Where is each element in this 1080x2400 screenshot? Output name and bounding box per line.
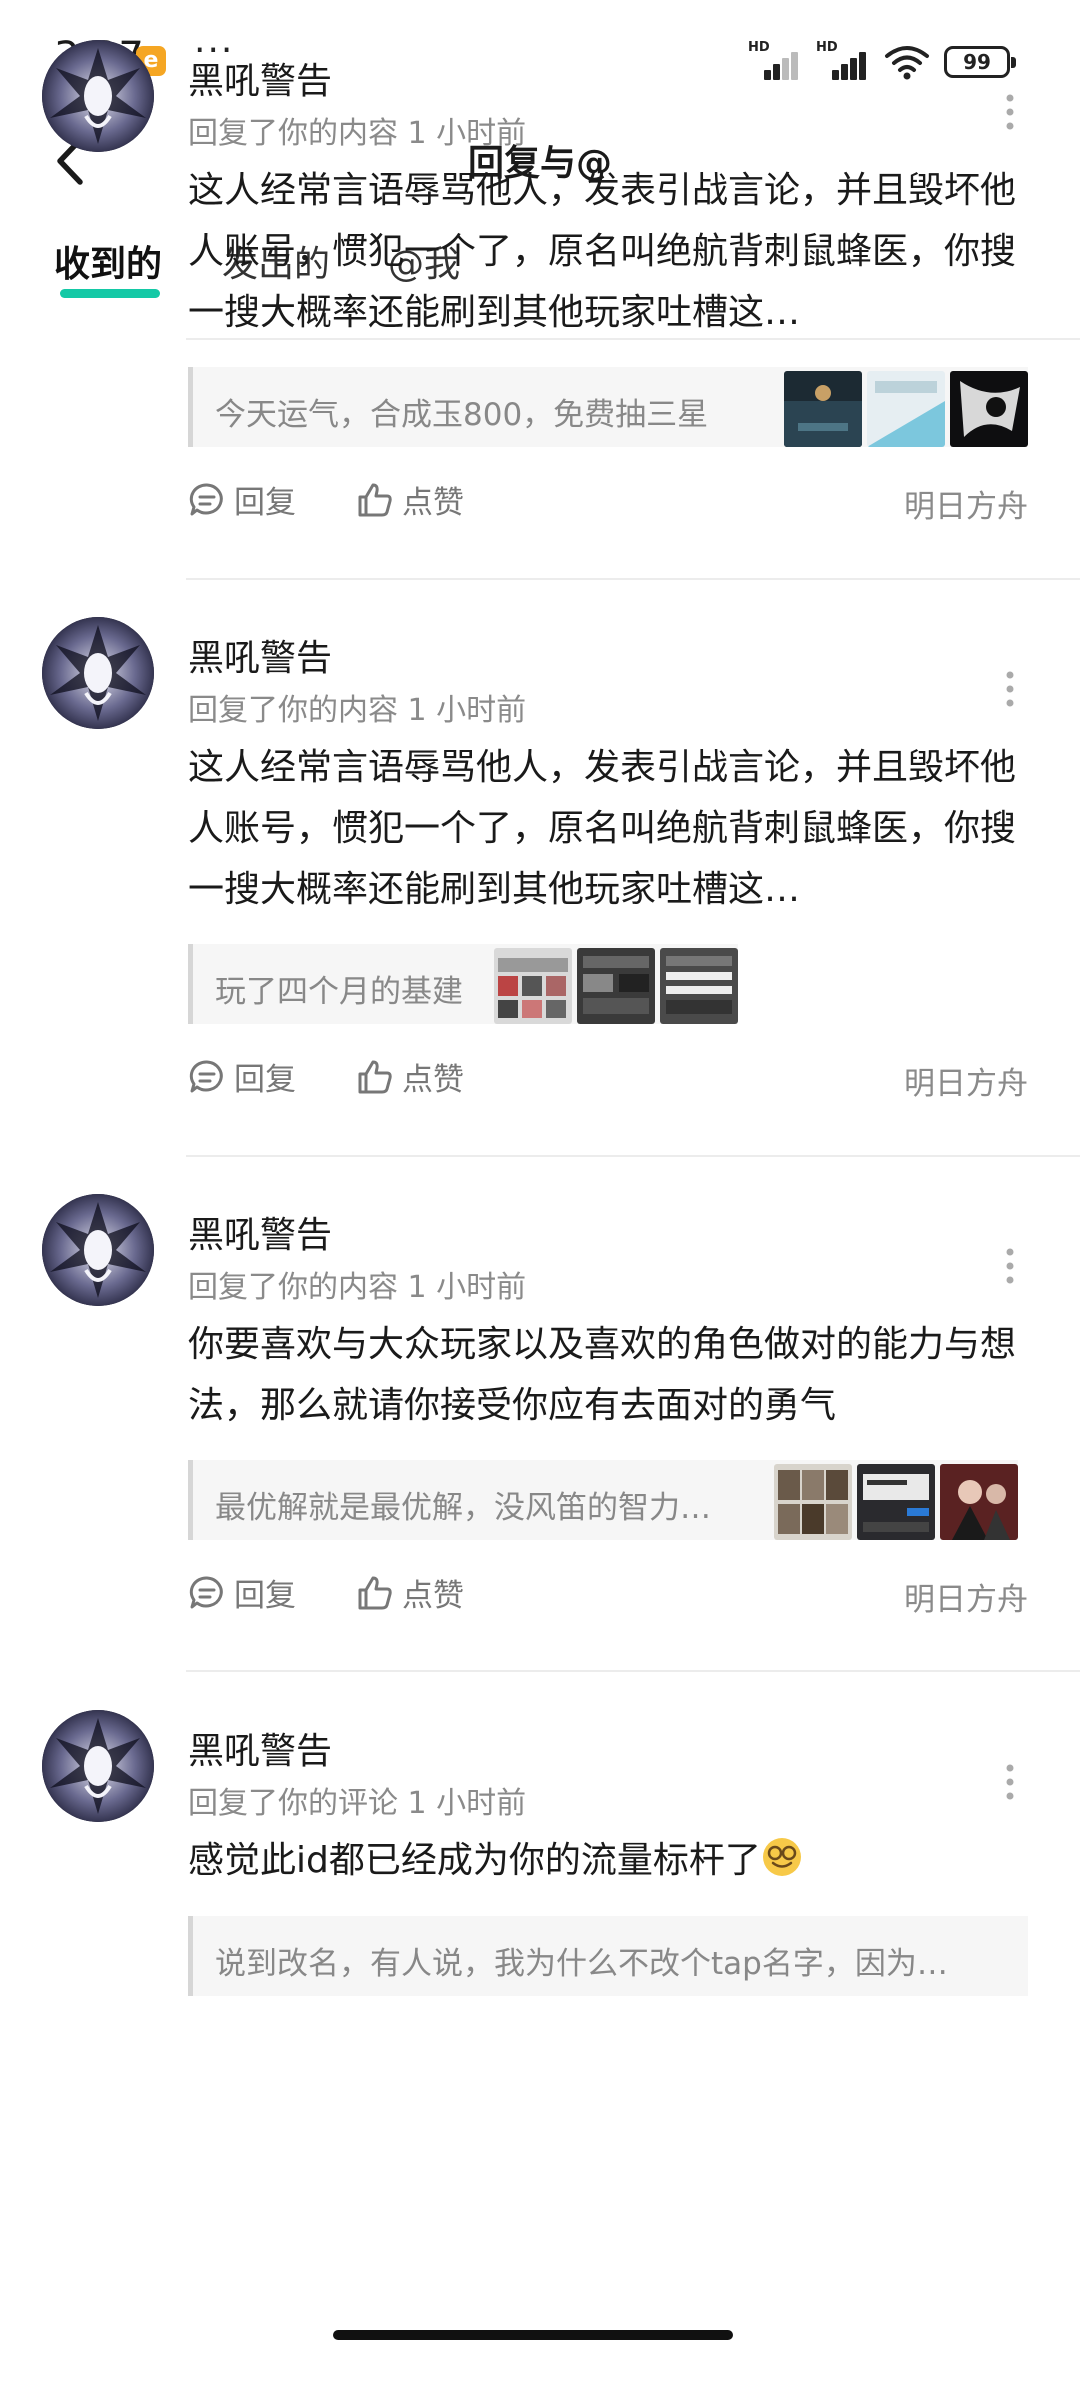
reply-button[interactable]: 回复 — [188, 1570, 296, 1615]
signal-icon-1: HD — [748, 40, 802, 80]
quoted-post-text: 玩了四个月的基建 — [215, 974, 463, 1010]
actions-row: 回复 点赞 明日方舟 — [188, 1570, 1028, 1620]
reply-content[interactable]: 这人经常言语辱骂他人，发表引战言论，并且毁坏他人账号，惯犯一个了，原名叫绝航背刺… — [188, 160, 1028, 343]
quoted-post-thumbnails — [494, 948, 738, 1024]
comment-icon — [189, 482, 223, 515]
username[interactable]: 黑吼警告 — [188, 629, 332, 681]
thumbnail-image — [950, 371, 1028, 447]
reply-meta: 回复了你的内容 1 小时前 — [188, 693, 527, 728]
game-tag[interactable]: 明日方舟 — [904, 1574, 1028, 1619]
username[interactable]: 黑吼警告 — [188, 1206, 332, 1258]
more-options-icon[interactable] — [1000, 669, 1020, 709]
like-label: 点赞 — [402, 485, 464, 521]
comment-icon — [189, 1575, 223, 1608]
divider — [186, 1670, 1080, 1672]
status-icons: HD HD 99 — [748, 40, 1016, 84]
thumbnail-image — [660, 948, 738, 1024]
divider — [186, 1155, 1080, 1157]
smiling-face-with-glasses-icon — [762, 1838, 801, 1876]
actions-row: 回复 点赞 明日方舟 — [188, 1054, 1028, 1104]
reply-meta: 回复了你的内容 1 小时前 — [188, 1270, 527, 1305]
like-button[interactable]: 点赞 — [356, 1570, 464, 1615]
quoted-post-thumbnails — [784, 371, 1028, 447]
quoted-post[interactable]: 最优解就是最优解，没风笛的智力… — [188, 1460, 1018, 1540]
reply-content[interactable]: 感觉此id都已经成为你的流量标杆了 — [188, 1830, 1028, 1891]
reply-meta: 回复了你的内容 1 小时前 — [188, 116, 527, 151]
quoted-post-thumbnails — [774, 1464, 1018, 1540]
more-options-icon[interactable] — [1000, 92, 1020, 132]
quoted-post[interactable]: 玩了四个月的基建 — [188, 944, 738, 1024]
thumbnail-image — [784, 371, 862, 447]
wifi-icon — [885, 46, 929, 80]
signal-icon-2: HD — [816, 40, 870, 80]
more-options-icon[interactable] — [1000, 1762, 1020, 1802]
reply-button[interactable]: 回复 — [188, 1054, 296, 1099]
reply-meta: 回复了你的评论 1 小时前 — [188, 1786, 527, 1821]
quoted-post[interactable]: 今天运气，合成玉800，免费抽三星 — [188, 367, 1028, 447]
game-tag[interactable]: 明日方舟 — [904, 481, 1028, 526]
thumbnail-image — [494, 948, 572, 1024]
like-label: 点赞 — [402, 1062, 464, 1098]
status-bar: 3:37 e ··· HD HD 99 — [0, 0, 1080, 120]
game-tag[interactable]: 明日方舟 — [904, 1058, 1028, 1103]
avatar[interactable] — [42, 40, 154, 152]
reply-label: 回复 — [234, 1062, 296, 1098]
quoted-post-text: 最优解就是最优解，没风笛的智力… — [215, 1490, 711, 1526]
thumbs-up-icon — [358, 483, 392, 516]
reply-content[interactable]: 你要喜欢与大众玩家以及喜欢的角色做对的能力与想法，那么就请你接受你应有去面对的勇… — [188, 1314, 1028, 1436]
username[interactable]: 黑吼警告 — [188, 1722, 332, 1774]
reply-label: 回复 — [234, 1578, 296, 1614]
active-tab-indicator — [60, 289, 160, 298]
reply-label: 回复 — [234, 485, 296, 521]
thumbnail-image — [774, 1464, 852, 1540]
thumbs-up-icon — [358, 1576, 392, 1609]
actions-row: 回复 点赞 明日方舟 — [188, 477, 1028, 527]
thumbnail-image — [940, 1464, 1018, 1540]
battery-icon: 99 — [944, 46, 1016, 78]
thumbnail-image — [857, 1464, 935, 1540]
avatar[interactable] — [42, 1194, 154, 1306]
quoted-post-text: 今天运气，合成玉800，免费抽三星 — [215, 397, 709, 433]
divider — [186, 578, 1080, 580]
reply-button[interactable]: 回复 — [188, 477, 296, 522]
like-button[interactable]: 点赞 — [356, 1054, 464, 1099]
thumbnail-image — [867, 371, 945, 447]
like-button[interactable]: 点赞 — [356, 477, 464, 522]
thumbs-up-icon — [358, 1060, 392, 1093]
avatar[interactable] — [42, 1710, 154, 1822]
home-indicator[interactable] — [333, 2330, 733, 2340]
username[interactable]: 黑吼警告 — [188, 52, 332, 104]
tab-received[interactable]: 收到的 — [54, 245, 162, 285]
reply-content[interactable]: 这人经常言语辱骂他人，发表引战言论，并且毁坏他人账号，惯犯一个了，原名叫绝航背刺… — [188, 737, 1028, 920]
thumbnail-image — [577, 948, 655, 1024]
like-label: 点赞 — [402, 1578, 464, 1614]
more-options-icon[interactable] — [1000, 1246, 1020, 1286]
comment-icon — [189, 1059, 223, 1092]
quoted-post[interactable]: 说到改名，有人说，我为什么不改个tap名字，因为… — [188, 1916, 1028, 1996]
quoted-post-text: 说到改名，有人说，我为什么不改个tap名字，因为… — [215, 1946, 948, 1982]
avatar[interactable] — [42, 617, 154, 729]
